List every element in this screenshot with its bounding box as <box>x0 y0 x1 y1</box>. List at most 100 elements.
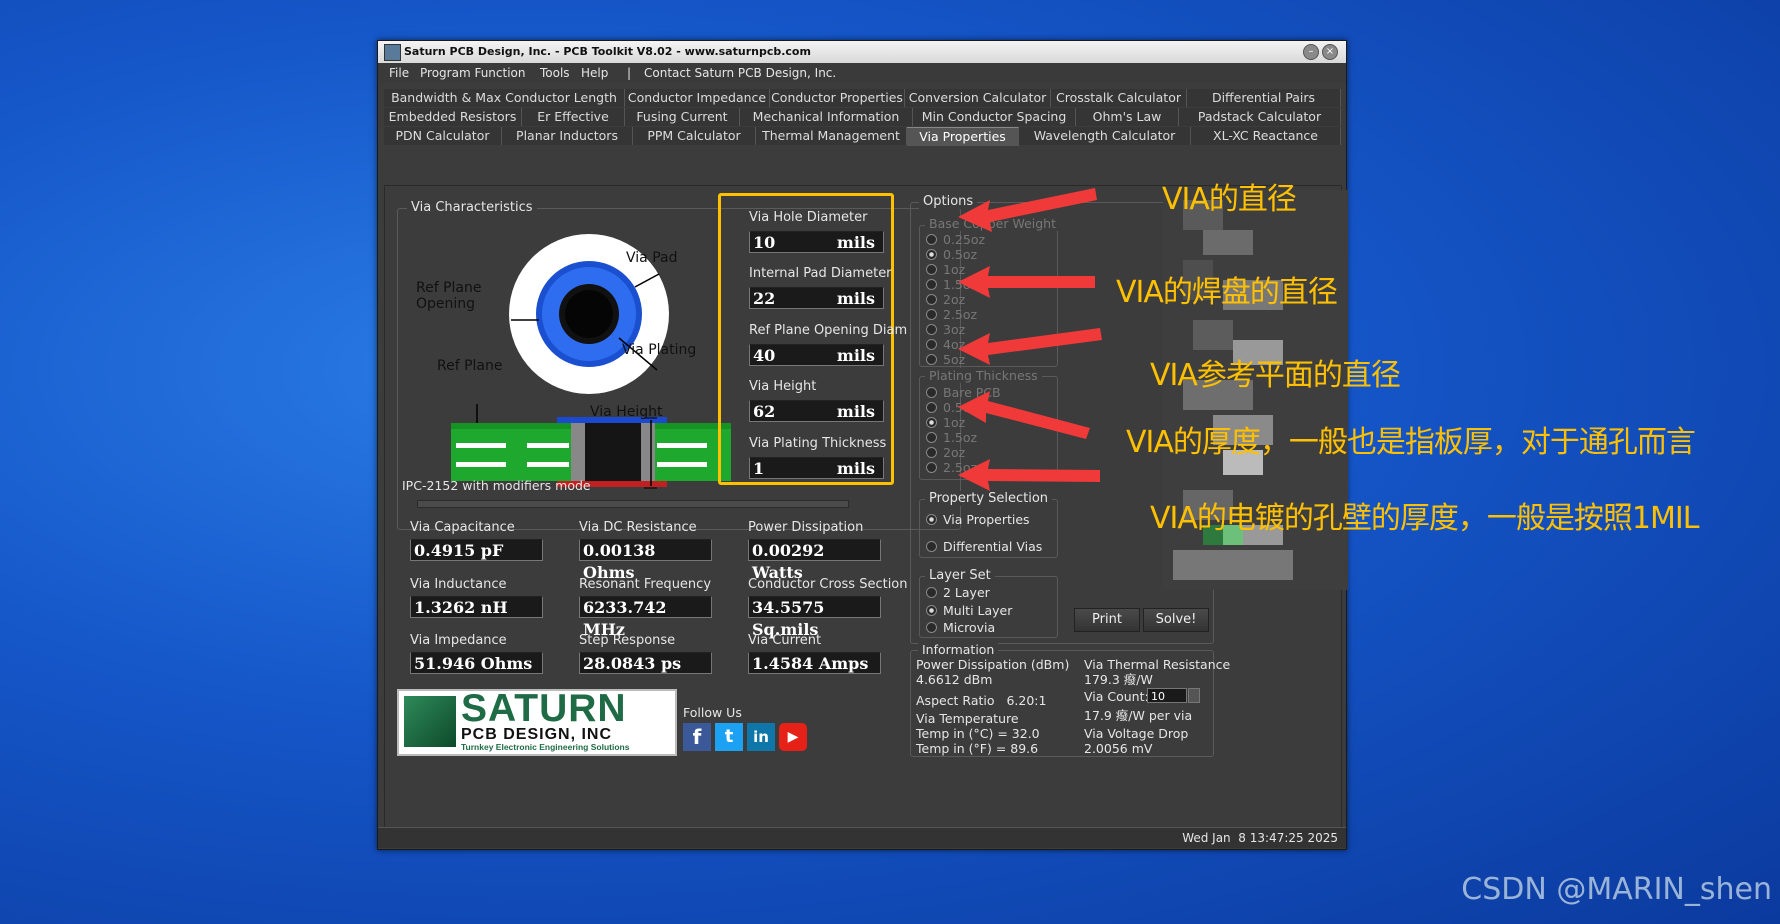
power-dbm-value: 4.6612 dBm <box>916 672 993 687</box>
radio-2-layer[interactable]: 2 Layer <box>926 585 990 600</box>
saturn-logo-mark <box>404 696 456 747</box>
via-count-spinner[interactable] <box>1188 688 1200 703</box>
status-time: Wed Jan 8 13:47:25 2025 <box>1182 831 1338 845</box>
logo-line2: PCB DESIGN, INC <box>461 726 613 743</box>
annotation-ref-plane-diameter: VIA参考平面的直径 <box>1150 358 1401 393</box>
via-current-label: Via Current <box>748 633 822 648</box>
label-via-pad: Via Pad <box>626 250 678 266</box>
close-button[interactable]: × <box>1322 44 1338 60</box>
conductor-cross-section-label: Conductor Cross Section <box>748 577 908 592</box>
via-hole-diameter-label: Via Hole Diameter <box>749 210 868 225</box>
tab-embedded-resistors[interactable]: Embedded Resistors <box>384 108 522 126</box>
mode-text: IPC-2152 with modifiers mode <box>402 478 591 493</box>
watermark: CSDN @MARIN_shen <box>1461 872 1772 907</box>
power-dissipation-value: 0.00292 Watts <box>748 539 881 582</box>
aspect-ratio: Aspect Ratio 6.20:1 <box>916 693 1047 708</box>
menu-file[interactable]: File <box>389 66 409 80</box>
annotation-arrows <box>958 188 1102 491</box>
twitter-icon[interactable]: t <box>715 723 743 751</box>
saturn-logo[interactable]: SATURN PCB DESIGN, INC Turnkey Electroni… <box>397 689 677 756</box>
print-button[interactable]: Print <box>1074 608 1140 632</box>
label-ref-plane-opening: Ref Plane Opening <box>416 280 482 312</box>
tab-differential-pairs[interactable]: Differential Pairs <box>1187 89 1341 107</box>
tab-ppm-calculator[interactable]: PPM Calculator <box>633 127 756 145</box>
ref-plane-opening-field[interactable]: 40 mils <box>749 344 884 366</box>
information-label: Information <box>918 642 999 657</box>
annotation-via-height: VIA的厚度，一般也是指板厚，对于通孔而言 <box>1126 425 1696 460</box>
minimize-button[interactable]: – <box>1303 44 1319 60</box>
menu-separator: | <box>627 66 632 80</box>
tab-pdn-calculator[interactable]: PDN Calculator <box>384 127 502 145</box>
title-bar: Saturn PCB Design, Inc. - PCB Toolkit V8… <box>378 41 1346 64</box>
radio-microvia[interactable]: Microvia <box>926 620 995 635</box>
tab-row-1: Bandwidth & Max Conductor Length Conduct… <box>384 89 1341 107</box>
via-temperature-label: Via Temperature <box>916 711 1019 726</box>
menu-bar: File Program Function Tools Help | Conta… <box>378 63 1346 83</box>
tab-conductor-properties[interactable]: Conductor Properties <box>770 89 905 107</box>
via-dc-resistance-label: Via DC Resistance <box>579 520 697 535</box>
youtube-icon[interactable]: ▶ <box>779 723 807 751</box>
tab-xl-xc-reactance[interactable]: XL-XC Reactance <box>1191 127 1341 145</box>
solve-button[interactable]: Solve! <box>1143 608 1209 632</box>
via-characteristics-label: Via Characteristics <box>407 200 537 215</box>
via-hole-diameter-field[interactable]: 10 mils <box>749 231 884 253</box>
tab-er-effective[interactable]: Er Effective <box>522 108 625 126</box>
tab-fusing-current[interactable]: Fusing Current <box>625 108 740 126</box>
power-dbm-label: Power Dissipation (dBm) <box>916 657 1070 672</box>
power-dissipation-label: Power Dissipation <box>748 520 864 535</box>
tab-row-2: Embedded Resistors Er Effective Fusing C… <box>384 108 1341 126</box>
per-via-value: 17.9 癈/W per via <box>1084 708 1193 723</box>
annotation-plating-thickness: VIA的电镀的孔壁的厚度，一般是按照1MIL <box>1150 501 1699 536</box>
thermal-resistance-value: 179.3 癈/W <box>1084 672 1153 687</box>
radio-differential-vias[interactable]: Differential Vias <box>926 539 1042 554</box>
label-ref-plane: Ref Plane <box>437 358 503 374</box>
menu-program-function[interactable]: Program Function <box>420 66 526 80</box>
tab-conductor-impedance[interactable]: Conductor Impedance <box>625 89 770 107</box>
tab-row-3: PDN Calculator Planar Inductors PPM Calc… <box>384 127 1341 146</box>
label-via-height: Via Height <box>590 404 663 420</box>
tab-wavelength-calculator[interactable]: Wavelength Calculator <box>1019 127 1191 145</box>
app-icon <box>384 44 401 61</box>
via-height-label: Via Height <box>749 379 817 394</box>
temp-c: Temp in (°C) = 32.0 <box>916 726 1040 741</box>
radio-multi-layer[interactable]: Multi Layer <box>926 603 1012 618</box>
resonant-frequency-label: Resonant Frequency <box>579 577 712 592</box>
window-title: Saturn PCB Design, Inc. - PCB Toolkit V8… <box>404 45 811 58</box>
tab-conversion-calculator[interactable]: Conversion Calculator <box>905 89 1051 107</box>
via-inductance-value: 1.3262 nH <box>410 596 543 618</box>
status-bar: Wed Jan 8 13:47:25 2025 <box>378 827 1346 848</box>
radio-via-properties[interactable]: Via Properties <box>926 512 1030 527</box>
tab-thermal-management[interactable]: Thermal Management <box>756 127 907 145</box>
via-count-input[interactable]: 10 <box>1147 688 1187 703</box>
annotation-pad-diameter: VIA的焊盘的直径 <box>1116 275 1338 310</box>
via-dc-resistance-value: 0.00138 Ohms <box>579 539 712 582</box>
menu-contact[interactable]: Contact Saturn PCB Design, Inc. <box>644 66 836 80</box>
resonant-frequency-value: 6233.742 MHz <box>579 596 712 639</box>
follow-us-label: Follow Us <box>683 705 742 720</box>
tab-bandwidth[interactable]: Bandwidth & Max Conductor Length <box>384 89 625 107</box>
via-inductance-label: Via Inductance <box>410 577 507 592</box>
menu-tools[interactable]: Tools <box>540 66 570 80</box>
tab-min-conductor-spacing[interactable]: Min Conductor Spacing <box>913 108 1076 126</box>
tab-padstack-calculator[interactable]: Padstack Calculator <box>1179 108 1341 126</box>
logo-line3: Turnkey Electronic Engineering Solutions <box>461 742 630 752</box>
internal-pad-diameter-label: Internal Pad Diameter <box>749 266 892 281</box>
tab-mechanical-information[interactable]: Mechanical Information <box>740 108 913 126</box>
tab-via-properties[interactable]: Via Properties <box>907 127 1019 146</box>
label-via-plating: Via Plating <box>622 342 697 358</box>
menu-help[interactable]: Help <box>581 66 608 80</box>
tab-planar-inductors[interactable]: Planar Inductors <box>502 127 633 145</box>
internal-pad-diameter-field[interactable]: 22 mils <box>749 287 884 309</box>
facebook-icon[interactable]: f <box>683 723 711 751</box>
linkedin-icon[interactable]: in <box>747 723 775 751</box>
via-current-value: 1.4584 Amps <box>748 652 881 674</box>
via-count-label: Via Count: <box>1084 689 1149 704</box>
ref-plane-opening-label: Ref Plane Opening Diam <box>749 323 908 338</box>
logo-line1: SATURN <box>461 687 627 730</box>
step-response-value: 28.0843 ps <box>579 652 712 674</box>
tab-ohms-law[interactable]: Ohm's Law <box>1076 108 1179 126</box>
voltage-drop-label: Via Voltage Drop <box>1084 726 1189 741</box>
via-height-field[interactable]: 62 mils <box>749 400 884 422</box>
tab-crosstalk-calculator[interactable]: Crosstalk Calculator <box>1051 89 1187 107</box>
via-plating-thickness-field[interactable]: 1 mils <box>749 457 884 479</box>
